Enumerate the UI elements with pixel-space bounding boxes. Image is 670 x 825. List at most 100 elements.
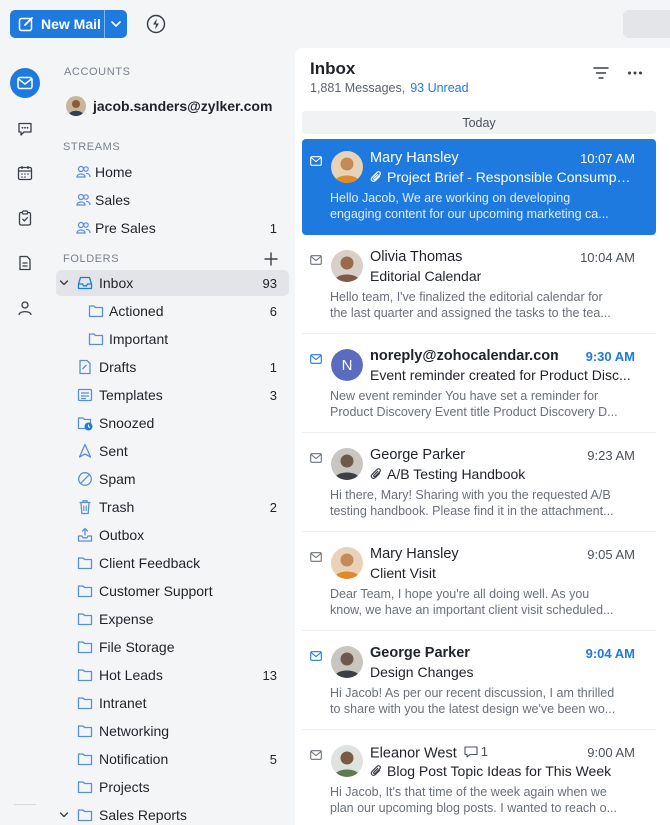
message-row[interactable]: Eleanor West 1 9:00 AM Blog Post Topic Idea… xyxy=(302,733,656,825)
account-row[interactable]: jacob.sanders@zylker.com xyxy=(66,96,272,116)
folder-item-customer-support[interactable]: Customer Support xyxy=(56,578,289,604)
sender-text: Mary Hansley xyxy=(370,150,459,166)
folder-item-client-feedback[interactable]: Client Feedback xyxy=(56,550,289,576)
new-mail-main[interactable]: New Mail xyxy=(10,10,105,38)
envelope-icon[interactable] xyxy=(310,450,322,468)
folder-item-drafts[interactable]: Drafts 1 xyxy=(56,354,289,380)
message-row[interactable]: George Parker 9:04 AM Design Changes Hi Jac… xyxy=(302,634,656,730)
preview-line: Hi there, Mary! Sharing with you the req… xyxy=(330,488,611,502)
chat-app-button[interactable] xyxy=(10,114,40,144)
calendar-icon xyxy=(17,166,33,181)
sent-icon xyxy=(77,443,93,459)
envelope-icon[interactable] xyxy=(310,252,322,270)
folder-item-important[interactable]: Important xyxy=(56,326,289,352)
folder-item-projects[interactable]: Projects xyxy=(56,774,289,800)
folder-item-sent[interactable]: Sent xyxy=(56,438,289,464)
message-time: 9:05 AM xyxy=(587,547,635,562)
message-time: 10:07 AM xyxy=(580,151,635,166)
bolt-icon[interactable] xyxy=(146,14,166,34)
message-count: 1,881 Messages, xyxy=(310,81,406,95)
stream-label: Home xyxy=(95,164,133,180)
message-row[interactable]: George Parker 9:23 AM A/B Testing Handbook… xyxy=(302,436,656,532)
folder-label: Hot Leads xyxy=(99,667,163,683)
more-icon xyxy=(628,71,642,75)
unread-count-link[interactable]: 93 Unread xyxy=(410,81,468,95)
folder-icon xyxy=(77,807,93,823)
envelope-icon[interactable] xyxy=(310,153,322,171)
sender-avatar xyxy=(331,646,363,678)
subject-text: Client Visit xyxy=(370,565,436,581)
folder-item-actioned[interactable]: Actioned 6 xyxy=(56,298,289,324)
folder-icon xyxy=(77,779,93,795)
folder-label: Snoozed xyxy=(99,415,155,431)
attachment-icon xyxy=(370,764,387,778)
envelope-icon[interactable] xyxy=(310,549,322,567)
preview-line: know, we have an important client visit … xyxy=(330,603,614,617)
message-subject: A/B Testing Handbook xyxy=(370,466,632,482)
folder-item-expense[interactable]: Expense xyxy=(56,606,289,632)
more-options-button[interactable] xyxy=(627,66,643,85)
message-row[interactable]: Mary Hansley 9:05 AM Client Visit Dear Team… xyxy=(302,535,656,631)
sender-avatar: N xyxy=(331,349,363,381)
filter-icon xyxy=(593,67,609,79)
mail-app-button[interactable] xyxy=(10,68,40,98)
message-row[interactable]: Nnoreply@zohocalendar.com 9:30 AM Event re… xyxy=(302,337,656,433)
preview-line: Dear Team, I hope you're all doing well.… xyxy=(330,587,590,601)
avatar-initial: N xyxy=(342,357,353,374)
unread-count: 2 xyxy=(269,499,277,515)
add-folder-button[interactable] xyxy=(263,251,279,267)
templates-icon xyxy=(77,387,93,403)
folder-item-notification[interactable]: Notification 5 xyxy=(56,746,289,772)
folder-item-sales-reports[interactable]: Sales Reports xyxy=(56,802,289,825)
filter-button[interactable] xyxy=(593,66,609,85)
tasks-app-button[interactable] xyxy=(10,203,40,233)
envelope-icon[interactable] xyxy=(310,747,322,765)
message-preview: Hello Jacob, We are working on developin… xyxy=(330,190,626,222)
snoozed-icon xyxy=(77,415,93,431)
subject-text: A/B Testing Handbook xyxy=(387,466,526,482)
sender-text: Eleanor West xyxy=(370,745,457,762)
new-mail-button[interactable]: New Mail xyxy=(10,10,127,38)
folder-item-outbox[interactable]: Outbox xyxy=(56,522,289,548)
trash-icon xyxy=(77,499,93,515)
notes-app-button[interactable] xyxy=(10,248,40,278)
drafts-icon xyxy=(77,359,93,375)
chevron-down-icon[interactable] xyxy=(58,277,70,289)
message-row[interactable]: Olivia Thomas 10:04 AM Editorial Calendar H… xyxy=(302,238,656,334)
preview-line: Product Discovery Event title Product Di… xyxy=(330,405,618,419)
message-time: 10:04 AM xyxy=(580,250,635,265)
folder-item-networking[interactable]: Networking xyxy=(56,718,289,744)
sender-avatar xyxy=(331,151,363,183)
folder-label: Sales Reports xyxy=(99,807,187,823)
search-box[interactable] xyxy=(623,10,670,38)
message-row[interactable]: Mary Hansley 10:07 AM Project Brief - Resp… xyxy=(302,139,656,235)
stream-item-home[interactable]: Home xyxy=(56,159,289,185)
folder-item-inbox[interactable]: Inbox 93 xyxy=(56,270,289,296)
folder-item-trash[interactable]: Trash 2 xyxy=(56,494,289,520)
message-preview: Dear Team, I hope you're all doing well.… xyxy=(330,586,626,618)
envelope-icon[interactable] xyxy=(310,648,322,666)
folder-item-file-storage[interactable]: File Storage xyxy=(56,634,289,660)
folder-icon xyxy=(77,667,93,683)
unread-count: 3 xyxy=(269,387,277,403)
folder-item-templates[interactable]: Templates 3 xyxy=(56,382,289,408)
subject-text: Project Brief - Responsible Consumpt... xyxy=(387,169,632,185)
preview-line: Hi Jacob, It's that time of the week aga… xyxy=(330,785,607,799)
chevron-down-icon[interactable] xyxy=(58,809,70,821)
avatar xyxy=(66,96,86,116)
new-mail-dropdown-button[interactable] xyxy=(105,10,127,38)
contacts-app-button[interactable] xyxy=(10,293,40,323)
stream-item-pre-sales[interactable]: Pre Sales 1 xyxy=(56,215,289,241)
message-time: 9:00 AM xyxy=(587,745,635,760)
folder-item-intranet[interactable]: Intranet xyxy=(56,690,289,716)
folder-label: Expense xyxy=(99,611,154,627)
calendar-app-button[interactable] xyxy=(10,158,40,188)
folder-item-snoozed[interactable]: Snoozed xyxy=(56,410,289,436)
accounts-header: ACCOUNTS xyxy=(64,66,131,78)
sender-name: George Parker xyxy=(370,447,465,463)
envelope-icon[interactable] xyxy=(310,351,322,369)
folder-item-spam[interactable]: Spam xyxy=(56,466,289,492)
stream-item-sales[interactable]: Sales xyxy=(56,187,289,213)
plus-icon xyxy=(264,252,278,266)
folder-item-hot-leads[interactable]: Hot Leads 13 xyxy=(56,662,289,688)
